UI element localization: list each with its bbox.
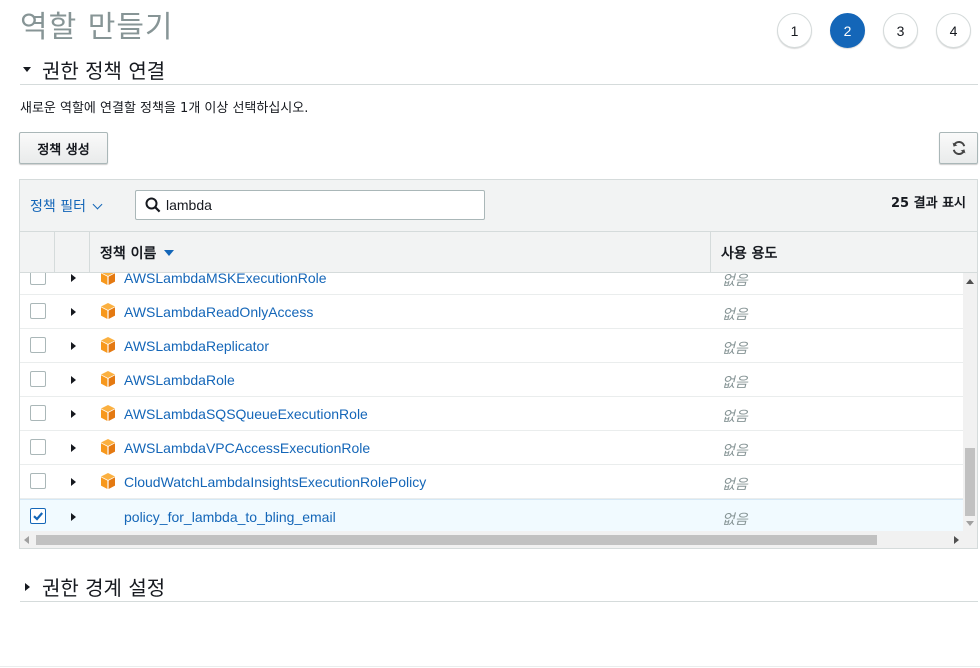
vertical-scrollbar[interactable] (963, 273, 977, 531)
table-row[interactable]: AWSLambdaSQSQueueExecutionRole 없음 (20, 397, 963, 431)
policy-name-link[interactable]: AWSLambdaVPCAccessExecutionRole (124, 440, 370, 456)
policy-name-link[interactable]: AWSLambdaMSKExecutionRole (124, 273, 327, 286)
refresh-button[interactable] (939, 132, 978, 164)
row-checkbox[interactable] (30, 439, 46, 455)
aws-managed-policy-icon (99, 302, 117, 324)
scroll-down-icon[interactable] (966, 521, 974, 526)
expand-row-icon[interactable] (71, 410, 76, 418)
policy-name-link[interactable]: AWSLambdaReadOnlyAccess (124, 304, 313, 320)
column-header-usage[interactable]: 사용 용도 (711, 232, 977, 273)
row-checkbox[interactable] (30, 273, 46, 285)
expand-row-icon[interactable] (71, 376, 76, 384)
row-checkbox[interactable] (30, 371, 46, 387)
aws-managed-policy-icon (99, 404, 117, 426)
page-title: 역할 만들기 (20, 10, 174, 45)
header-expand-cell (55, 232, 90, 273)
sort-descending-icon (164, 249, 175, 256)
table-header: 정책 이름 사용 용도 (20, 232, 977, 273)
caret-down-icon (20, 67, 42, 72)
column-usage-label: 사용 용도 (721, 245, 778, 262)
permissions-section-header[interactable]: 권한 정책 연결 (20, 55, 978, 85)
row-checkbox[interactable] (30, 473, 46, 489)
boundary-section-header[interactable]: 권한 경계 설정 (20, 572, 978, 602)
scroll-up-icon[interactable] (966, 279, 974, 284)
expand-row-icon[interactable] (71, 444, 76, 452)
horizontal-scroll-thumb[interactable] (36, 535, 877, 545)
caret-right-icon (20, 582, 42, 591)
policy-usage: 없음 (722, 443, 748, 459)
expand-row-icon[interactable] (71, 478, 76, 486)
expand-row-icon[interactable] (71, 308, 76, 316)
row-checkbox[interactable] (30, 337, 46, 353)
aws-managed-policy-icon (99, 273, 117, 290)
policy-name-link[interactable]: AWSLambdaRole (124, 372, 235, 388)
expand-row-icon[interactable] (71, 274, 76, 282)
policy-filter-dropdown[interactable]: 정책 필터 (30, 196, 103, 216)
table-row[interactable]: AWSLambdaReadOnlyAccess 없음 (20, 295, 963, 329)
policy-usage: 없음 (722, 341, 748, 357)
search-box[interactable] (135, 190, 485, 220)
policy-name-link[interactable]: AWSLambdaReplicator (124, 338, 269, 354)
aws-managed-policy-icon (99, 472, 117, 494)
step-3[interactable]: 3 (883, 13, 918, 48)
policy-filter-label: 정책 필터 (30, 199, 86, 215)
policy-usage: 없음 (722, 409, 748, 425)
step-1[interactable]: 1 (777, 13, 812, 48)
row-checkbox[interactable] (30, 405, 46, 421)
result-count: 25 결과 표시 (891, 196, 966, 211)
row-checkbox[interactable] (30, 508, 46, 524)
boundary-section-title: 권한 경계 설정 (42, 576, 166, 600)
policy-name-link[interactable]: CloudWatchLambdaInsightsExecutionRolePol… (124, 474, 426, 490)
table-toolbar: 정책 필터 25 결과 표시 (20, 180, 977, 232)
expand-row-icon[interactable] (71, 342, 76, 350)
create-policy-button[interactable]: 정책 생성 (19, 132, 108, 164)
policy-name-link[interactable]: AWSLambdaSQSQueueExecutionRole (124, 406, 368, 422)
checkmark-icon (33, 512, 44, 521)
step-4[interactable]: 4 (936, 13, 971, 48)
policy-usage: 없음 (722, 477, 748, 493)
step-2[interactable]: 2 (830, 13, 865, 48)
step-indicator: 1 2 3 4 (777, 13, 980, 48)
table-row[interactable]: CloudWatchLambdaInsightsExecutionRolePol… (20, 465, 963, 499)
expand-row-icon[interactable] (71, 513, 76, 521)
scrollbar-corner (963, 531, 977, 548)
scroll-left-icon[interactable] (24, 536, 29, 544)
table-row[interactable]: AWSLambdaReplicator 없음 (20, 329, 963, 363)
column-header-policy-name[interactable]: 정책 이름 (90, 232, 711, 273)
horizontal-scrollbar[interactable] (20, 531, 963, 548)
refresh-icon (952, 141, 965, 155)
table-row[interactable]: AWSLambdaVPCAccessExecutionRole 없음 (20, 431, 963, 465)
policy-usage: 없음 (722, 375, 748, 391)
search-input[interactable] (166, 197, 466, 213)
row-checkbox[interactable] (30, 303, 46, 319)
permissions-section-title: 권한 정책 연결 (42, 59, 166, 83)
chevron-down-icon (92, 199, 103, 209)
search-icon (144, 196, 162, 214)
scroll-right-icon[interactable] (954, 536, 959, 544)
column-policy-name-label: 정책 이름 (100, 245, 157, 262)
table-row[interactable]: AWSLambdaRole 없음 (20, 363, 963, 397)
aws-managed-policy-icon (99, 438, 117, 460)
footer-divider (0, 666, 980, 667)
policy-usage: 없음 (722, 512, 748, 528)
aws-managed-policy-icon (99, 370, 117, 392)
policy-table: 정책 필터 25 결과 표시 정책 이름 사용 용도 AWSLambdaMSKE… (19, 179, 978, 549)
table-row[interactable]: policy_for_lambda_to_bling_email 없음 (20, 499, 963, 531)
policy-usage: 없음 (722, 307, 748, 323)
table-body: AWSLambdaMSKExecutionRole 없음 AWSLambdaRead… (20, 273, 963, 531)
table-row[interactable]: AWSLambdaMSKExecutionRole 없음 (20, 273, 963, 295)
policy-name-link[interactable]: policy_for_lambda_to_bling_email (124, 509, 336, 525)
vertical-scroll-thumb[interactable] (965, 448, 975, 516)
header-select-cell (20, 232, 55, 273)
policy-usage: 없음 (722, 273, 748, 289)
aws-managed-policy-icon (99, 336, 117, 358)
permissions-description: 새로운 역할에 연결할 정책을 1개 이상 선택하십시오. (20, 101, 309, 116)
